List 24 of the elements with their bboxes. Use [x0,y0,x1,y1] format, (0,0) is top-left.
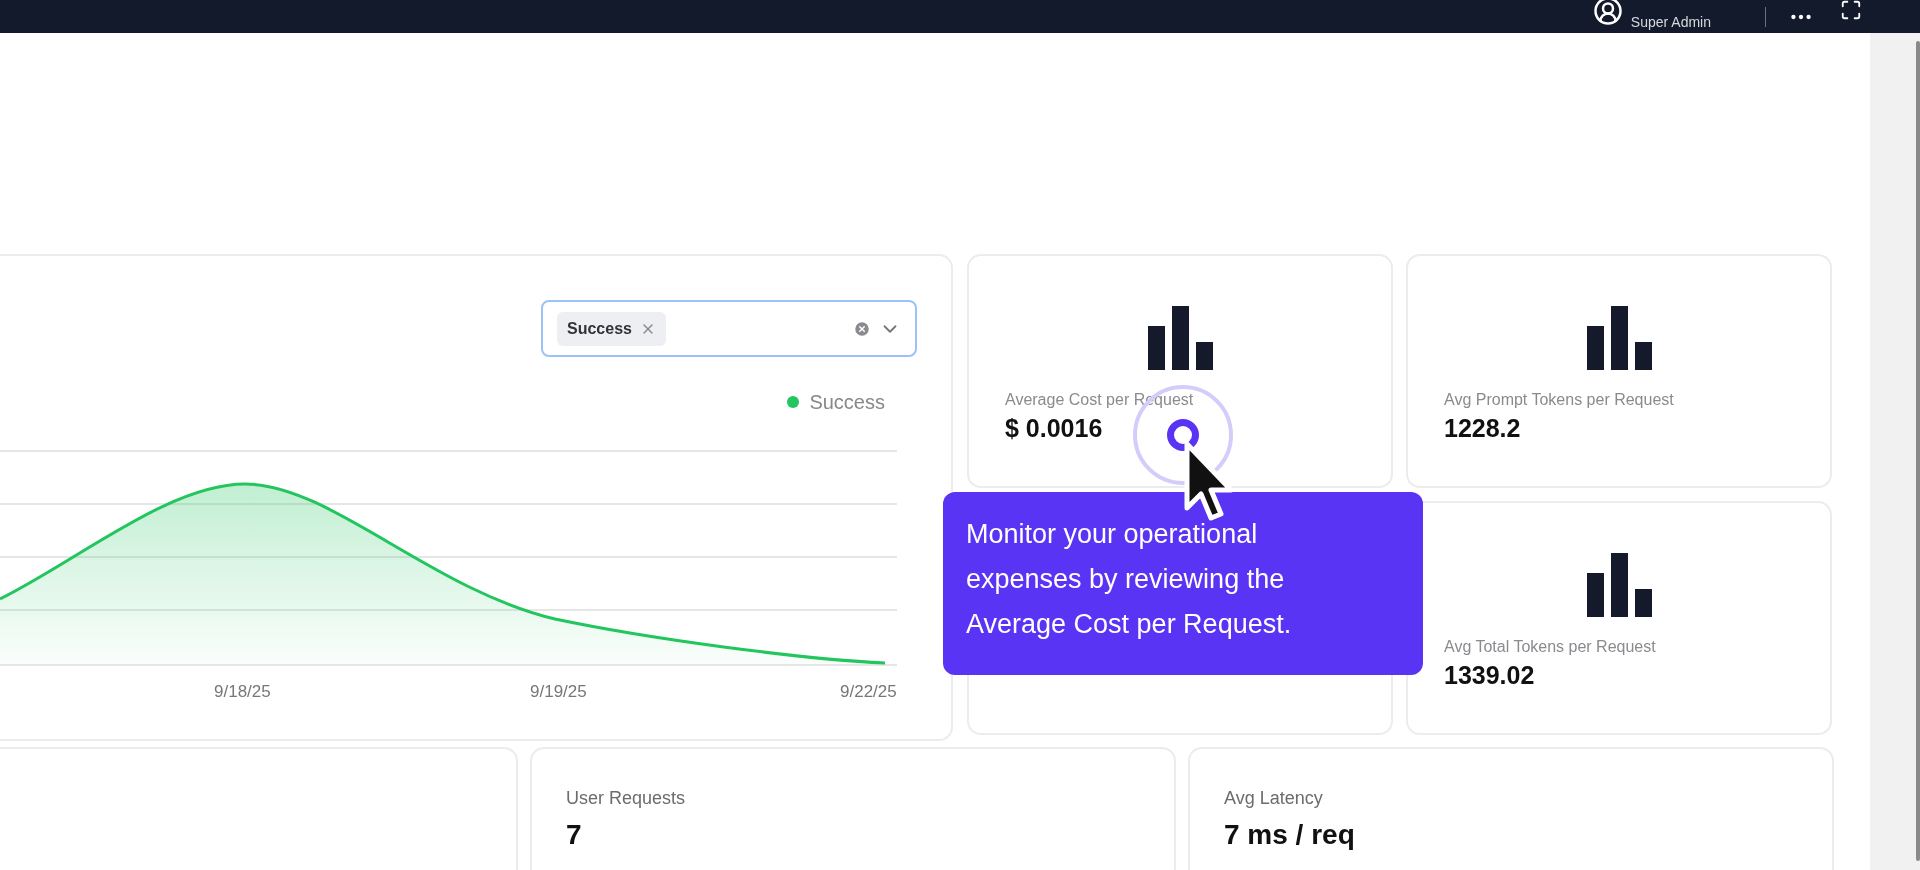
stat-label: Avg Total Tokens per Request [1444,639,1656,655]
tooltip-text: Monitor your operational expenses by reviewing the Average Cost per Request. [966,518,1293,641]
stat-label: User Requests [566,789,687,807]
x-axis-label: 9/18/25 [214,681,271,703]
bar-chart-icon [1586,306,1652,370]
status-select[interactable]: Success [541,300,917,357]
bar-chart-icon [1586,553,1652,617]
fullscreen-icon[interactable] [1840,0,1862,21]
stat-value: 7 ms / req [1224,821,1356,849]
filter-tag-label: Success [567,318,632,339]
stat-label: Avg Prompt Tokens per Request [1444,392,1674,408]
bar-chart-icon [1147,306,1213,370]
legend-label: Success [809,390,885,415]
user-avatar-icon[interactable] [1592,0,1623,26]
stat-value: 1228.2 [1444,416,1522,441]
stat-value: 7 [566,821,583,849]
scrollbar[interactable] [1916,41,1920,861]
stat-value: $ 0.0016 [1005,416,1104,441]
x-axis-label: 9/22/25 [840,681,897,703]
x-axis-label: 9/19/25 [530,681,587,703]
stat-label: Avg Latency [1224,789,1324,807]
user-role: Super Admin [1630,13,1711,32]
stat-value: 1339.02 [1444,663,1536,688]
clear-icon[interactable] [853,319,871,338]
